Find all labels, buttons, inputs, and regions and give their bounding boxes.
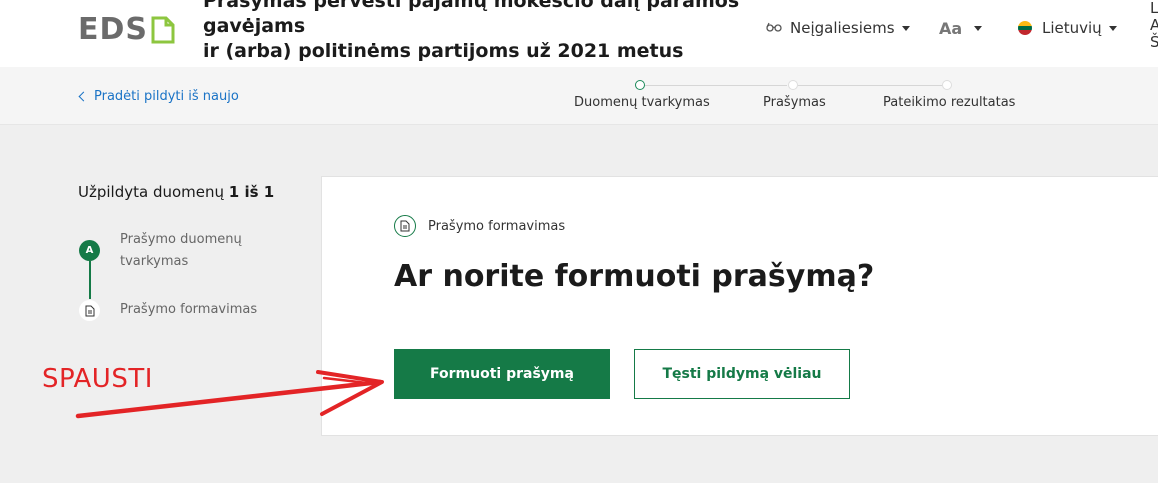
document-icon [394,215,416,237]
font-size-menu[interactable]: Aa [939,19,983,38]
sidebar-progress-title: Užpildyta duomenų 1 iš 1 [78,183,275,201]
step-label-submission-result: Pateikimo rezultatas [883,95,1016,110]
chevron-left-icon [78,91,89,102]
document-icon [79,300,100,321]
lithuania-flag-icon [1018,21,1032,35]
restart-link-label: Pradėti pildyti iš naujo [94,89,239,104]
progress-bar: Pradėti pildyti iš naujo Duomenų tvarkym… [0,67,1158,125]
sidebar-item-data-processing[interactable]: Prašymo duomenų tvarkymas [120,229,242,273]
chevron-down-icon [974,26,983,31]
annotation-arrow-icon [75,370,384,419]
section-badge: Prašymo formavimas [394,215,565,237]
step-label-data-processing: Duomenų tvarkymas [574,95,710,110]
sidebar-item-application-forming[interactable]: Prašymo formavimas [120,299,257,321]
restart-link[interactable]: Pradėti pildyti iš naujo [78,89,239,104]
logo-text: EDS [78,12,149,47]
step-dot-active [635,80,645,90]
step-connector [645,85,787,86]
page-title: Prašymas pervesti pajamų mokesčio dalį p… [203,0,743,64]
form-application-button[interactable]: Formuoti prašymą [394,349,610,399]
eds-logo[interactable]: EDS [78,12,175,47]
chevron-down-icon [1108,25,1117,31]
card-heading: Ar norite formuoti prašymą? [394,259,875,294]
language-label: Lietuvių [1042,19,1102,37]
header-edge-text: L A Š [1150,0,1158,51]
title-line: ir (arba) politinėms partijoms už 2021 m… [203,40,684,62]
title-line: Prašymas pervesti pajamų mokesčio dalį p… [203,0,740,12]
step-connector [798,85,942,86]
step-label-application: Prašymas [763,95,826,110]
section-badge-label: Prašymo formavimas [428,218,566,234]
glasses-icon [766,21,782,36]
top-header: EDS Prašymas pervesti pajamų mokesčio da… [0,0,1158,67]
font-size-label: Aa [939,19,963,38]
continue-later-button[interactable]: Tęsti pildymą vėliau [634,349,850,399]
sidebar-progress-count: 1 iš 1 [228,183,275,201]
chevron-down-icon [901,25,910,31]
main-card: Prašymo formavimas Ar norite formuoti pr… [321,176,1158,436]
step-dot [942,80,952,90]
accessibility-menu[interactable]: Neįgaliesiems [766,19,910,37]
sidebar-step-connector [89,261,91,299]
sidebar-step-marker: A [79,240,100,261]
title-line: gavėjams [203,15,306,37]
logo-document-icon [151,16,175,44]
language-menu[interactable]: Lietuvių [1018,19,1117,37]
accessibility-label: Neįgaliesiems [790,19,895,37]
step-dot [788,80,798,90]
